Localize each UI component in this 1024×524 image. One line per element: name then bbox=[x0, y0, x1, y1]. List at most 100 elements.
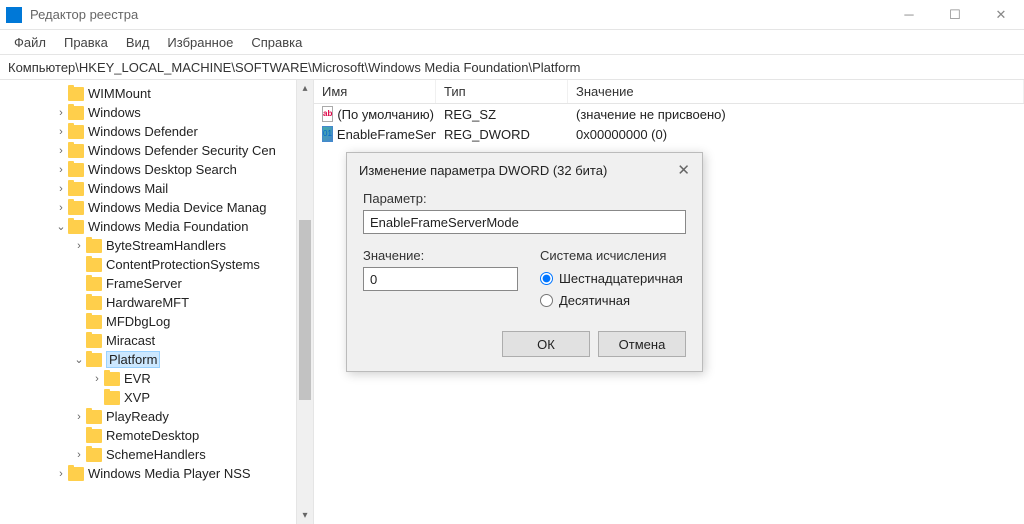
radio-dec-label: Десятичная bbox=[559, 293, 630, 308]
tree-item[interactable]: RemoteDesktop bbox=[0, 426, 313, 445]
folder-icon bbox=[86, 296, 102, 310]
chevron-right-icon[interactable]: › bbox=[72, 240, 86, 252]
tree-item[interactable]: ›ByteStreamHandlers bbox=[0, 236, 313, 255]
maximize-button[interactable]: ☐ bbox=[932, 0, 978, 30]
list-row[interactable]: ab(По умолчанию)REG_SZ(значение не присв… bbox=[314, 104, 1024, 124]
tree-item[interactable]: › Windows bbox=[0, 103, 313, 122]
chevron-right-icon[interactable]: › bbox=[54, 126, 68, 138]
chevron-right-icon[interactable]: › bbox=[54, 164, 68, 176]
value-input[interactable] bbox=[363, 267, 518, 291]
col-header-name[interactable]: Имя bbox=[314, 80, 436, 103]
chevron-right-icon[interactable]: › bbox=[72, 449, 86, 461]
folder-icon bbox=[68, 220, 84, 234]
window-controls: ─ ☐ ✕ bbox=[886, 0, 1024, 30]
folder-icon bbox=[68, 106, 84, 120]
value-name: EnableFrameServ... bbox=[337, 127, 436, 142]
tree-item[interactable]: ›Windows Media Device Manag bbox=[0, 198, 313, 217]
list-header: Имя Тип Значение bbox=[314, 80, 1024, 104]
tree-item[interactable]: MFDbgLog bbox=[0, 312, 313, 331]
tree-item[interactable]: ⌄ Windows Media Foundation bbox=[0, 217, 313, 236]
chevron-down-icon[interactable]: ⌄ bbox=[54, 220, 68, 233]
tree-item[interactable]: ContentProtectionSystems bbox=[0, 255, 313, 274]
tree-item[interactable]: ›EVR bbox=[0, 369, 313, 388]
addressbar[interactable]: Компьютер\HKEY_LOCAL_MACHINE\SOFTWARE\Mi… bbox=[0, 54, 1024, 80]
tree-item-label: Windows Media Foundation bbox=[88, 219, 248, 234]
tree-scrollbar[interactable]: ▴ ▾ bbox=[296, 80, 313, 524]
folder-icon bbox=[86, 353, 102, 367]
radio-dec[interactable]: Десятичная bbox=[540, 289, 686, 311]
tree-item-label: Miracast bbox=[106, 333, 155, 348]
tree-item[interactable]: ›Windows Desktop Search bbox=[0, 160, 313, 179]
tree-item-label: PlayReady bbox=[106, 409, 169, 424]
tree-item[interactable]: Miracast bbox=[0, 331, 313, 350]
chevron-right-icon[interactable]: › bbox=[54, 145, 68, 157]
value-data: (значение не присвоено) bbox=[568, 107, 1024, 122]
tree-item-label: XVP bbox=[124, 390, 150, 405]
scroll-down-icon[interactable]: ▾ bbox=[297, 507, 313, 524]
tree-item[interactable]: › Windows Defender bbox=[0, 122, 313, 141]
tree-item[interactable]: ›Windows Mail bbox=[0, 179, 313, 198]
value-type: REG_SZ bbox=[436, 107, 568, 122]
registry-tree[interactable]: WIMMount›Windows›Windows Defender›Window… bbox=[0, 84, 313, 483]
menu-edit[interactable]: Правка bbox=[56, 33, 116, 52]
scroll-up-icon[interactable]: ▴ bbox=[297, 80, 313, 97]
tree-item-label: Windows Media Player NSS bbox=[88, 466, 251, 481]
tree-item[interactable]: › PlayReady bbox=[0, 407, 313, 426]
edit-dword-dialog: Изменение параметра DWORD (32 бита) ✕ Па… bbox=[346, 152, 703, 372]
minimize-button[interactable]: ─ bbox=[886, 0, 932, 30]
app-icon bbox=[6, 7, 22, 23]
list-row[interactable]: 01EnableFrameServ...REG_DWORD0x00000000 … bbox=[314, 124, 1024, 144]
tree-item[interactable]: › Windows Media Player NSS bbox=[0, 464, 313, 483]
menu-view[interactable]: Вид bbox=[118, 33, 158, 52]
folder-icon bbox=[104, 391, 120, 405]
tree-item-label: Windows bbox=[88, 105, 141, 120]
folder-icon bbox=[68, 163, 84, 177]
tree-item-label: FrameServer bbox=[106, 276, 182, 291]
menu-file[interactable]: Файл bbox=[6, 33, 54, 52]
tree-item[interactable]: WIMMount bbox=[0, 84, 313, 103]
col-header-value[interactable]: Значение bbox=[568, 80, 1024, 103]
value-name: (По умолчанию) bbox=[337, 107, 434, 122]
radio-hex[interactable]: Шестнадцатеричная bbox=[540, 267, 686, 289]
tree-item-label: HardwareMFT bbox=[106, 295, 189, 310]
tree-item[interactable]: ›Windows Defender Security Cen bbox=[0, 141, 313, 160]
base-label: Система исчисления bbox=[540, 248, 686, 263]
scroll-thumb[interactable] bbox=[299, 220, 311, 400]
tree-item[interactable]: XVP bbox=[0, 388, 313, 407]
folder-icon bbox=[86, 429, 102, 443]
chevron-right-icon[interactable]: › bbox=[72, 411, 86, 423]
radio-dec-input[interactable] bbox=[540, 294, 553, 307]
close-button[interactable]: ✕ bbox=[978, 0, 1024, 30]
value-data: 0x00000000 (0) bbox=[568, 127, 1024, 142]
radio-hex-input[interactable] bbox=[540, 272, 553, 285]
radio-hex-label: Шестнадцатеричная bbox=[559, 271, 683, 286]
folder-icon bbox=[86, 448, 102, 462]
chevron-right-icon[interactable]: › bbox=[54, 183, 68, 195]
chevron-right-icon[interactable]: › bbox=[54, 468, 68, 480]
param-input[interactable] bbox=[363, 210, 686, 234]
dialog-close-icon[interactable]: ✕ bbox=[677, 161, 690, 179]
chevron-right-icon[interactable]: › bbox=[54, 107, 68, 119]
titlebar: Редактор реестра ─ ☐ ✕ bbox=[0, 0, 1024, 30]
chevron-right-icon[interactable]: › bbox=[90, 373, 104, 385]
chevron-right-icon[interactable]: › bbox=[54, 202, 68, 214]
tree-item[interactable]: HardwareMFT bbox=[0, 293, 313, 312]
col-header-type[interactable]: Тип bbox=[436, 80, 568, 103]
tree-item-label: RemoteDesktop bbox=[106, 428, 199, 443]
menu-favorites[interactable]: Избранное bbox=[159, 33, 241, 52]
ok-button[interactable]: ОК bbox=[502, 331, 590, 357]
tree-item[interactable]: ⌄ Platform bbox=[0, 350, 313, 369]
dword-value-icon: 01 bbox=[322, 126, 333, 142]
cancel-button[interactable]: Отмена bbox=[598, 331, 686, 357]
menu-help[interactable]: Справка bbox=[243, 33, 310, 52]
address-path: Компьютер\HKEY_LOCAL_MACHINE\SOFTWARE\Mi… bbox=[8, 60, 581, 75]
tree-item-label: WIMMount bbox=[88, 86, 151, 101]
folder-icon bbox=[68, 182, 84, 196]
chevron-down-icon[interactable]: ⌄ bbox=[72, 353, 86, 366]
tree-item-label: Platform bbox=[109, 352, 157, 367]
tree-item[interactable]: FrameServer bbox=[0, 274, 313, 293]
tree-item[interactable]: ›SchemeHandlers bbox=[0, 445, 313, 464]
value-label: Значение: bbox=[363, 248, 518, 263]
tree-item-label: Windows Defender bbox=[88, 124, 198, 139]
folder-icon bbox=[86, 277, 102, 291]
